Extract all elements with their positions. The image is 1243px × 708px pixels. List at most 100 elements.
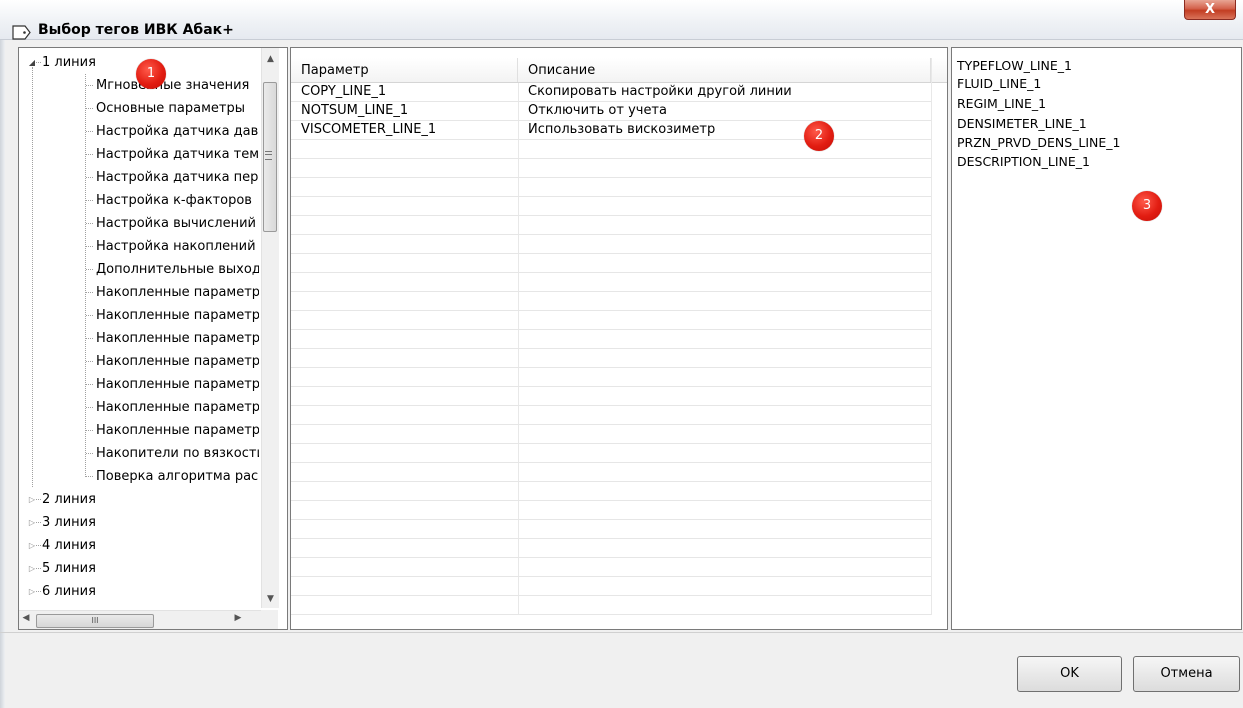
- parameters-table[interactable]: Параметр Описание COPY_LINE_1 Скопировать…: [290, 47, 948, 630]
- tree-panel[interactable]: ◢ 1 линия Мгновенные значения Основные пара…: [18, 47, 288, 630]
- table-row[interactable]: [291, 140, 931, 159]
- tree-connector: [86, 108, 93, 109]
- tree-connector: [36, 545, 41, 546]
- table-header: Параметр Описание: [291, 58, 947, 83]
- tree-connector: [86, 292, 93, 293]
- table-row[interactable]: [291, 235, 931, 254]
- tree-child-item[interactable]: Накопленные параметр: [19, 373, 259, 396]
- tree-connector: [86, 315, 93, 316]
- scroll-up-icon[interactable]: ▲: [262, 54, 279, 64]
- table-row[interactable]: [291, 596, 931, 615]
- table-row[interactable]: [291, 254, 931, 273]
- horizontal-scrollbar-thumb[interactable]: III: [36, 614, 154, 628]
- tag-list-item[interactable]: TYPEFLOW_LINE_1: [957, 58, 1072, 74]
- tree-child-label: Настройка датчика дав: [96, 124, 259, 139]
- tree-connector: [36, 591, 41, 592]
- tree-child-label: Накопленные параметр: [96, 423, 259, 438]
- tree-node-collapsed[interactable]: ▷ 4 линия: [19, 534, 259, 557]
- column-header-description[interactable]: Описание: [518, 58, 931, 82]
- tree-node-label: 3 линия: [42, 515, 96, 530]
- tree-child-item[interactable]: Накопленные параметр: [19, 304, 259, 327]
- tag-list-item[interactable]: FLUID_LINE_1: [957, 76, 1041, 92]
- tree-node-collapsed[interactable]: ▷ 2 линия: [19, 488, 259, 511]
- tree-connector: [86, 407, 93, 408]
- scroll-down-icon[interactable]: ▼: [262, 594, 279, 604]
- table-row[interactable]: [291, 577, 931, 596]
- selected-tags-list[interactable]: TYPEFLOW_LINE_1 FLUID_LINE_1 REGIM_LINE_1 D…: [951, 47, 1242, 630]
- tree-child-item[interactable]: Дополнительные выход: [19, 258, 259, 281]
- tree-child-item[interactable]: Накопленные параметр: [19, 281, 259, 304]
- triangle-collapsed-icon[interactable]: ▷: [28, 534, 36, 557]
- tree-child-item[interactable]: Основные параметры: [19, 97, 259, 120]
- close-button[interactable]: X: [1184, 0, 1236, 20]
- table-row[interactable]: VISCOMETER_LINE_1 Использовать вискозимет…: [291, 121, 931, 140]
- scroll-right-icon[interactable]: ▶: [233, 613, 243, 623]
- triangle-collapsed-icon[interactable]: ▷: [28, 488, 36, 511]
- table-row[interactable]: [291, 387, 931, 406]
- tree-child-item[interactable]: Настройка к-факторов: [19, 189, 259, 212]
- tree-vertical-scrollbar[interactable]: ▲ ▼: [261, 48, 279, 608]
- table-row[interactable]: [291, 273, 931, 292]
- tree-node-collapsed[interactable]: ▷ 5 линия: [19, 557, 259, 580]
- table-row[interactable]: [291, 463, 931, 482]
- tree-child-label: Накопленные параметр: [96, 377, 259, 392]
- tree-child-item[interactable]: Настройка накоплений: [19, 235, 259, 258]
- window-frame-left: [0, 40, 5, 708]
- column-header-parameter[interactable]: Параметр: [291, 58, 518, 82]
- table-row[interactable]: [291, 311, 931, 330]
- triangle-collapsed-icon[interactable]: ▷: [28, 557, 36, 580]
- tag-list-item[interactable]: DESCRIPTION_LINE_1: [957, 154, 1090, 170]
- table-row[interactable]: [291, 197, 931, 216]
- tag-list-item[interactable]: DENSIMETER_LINE_1: [957, 116, 1087, 132]
- tag-list-item[interactable]: PRZN_PRVD_DENS_LINE_1: [957, 135, 1121, 151]
- table-row[interactable]: [291, 406, 931, 425]
- scroll-left-icon[interactable]: ◀: [21, 613, 31, 623]
- tag-list-item[interactable]: REGIM_LINE_1: [957, 96, 1046, 112]
- tree-child-item[interactable]: Настройка датчика дав: [19, 120, 259, 143]
- table-row[interactable]: [291, 444, 931, 463]
- table-row[interactable]: [291, 539, 931, 558]
- tree-child-item[interactable]: Настройка датчика пер: [19, 166, 259, 189]
- tree-connector: [36, 499, 41, 500]
- tree-child-item[interactable]: Накопленные параметр: [19, 327, 259, 350]
- cancel-button[interactable]: Отмена: [1133, 656, 1240, 692]
- table-row[interactable]: [291, 349, 931, 368]
- tree-child-item[interactable]: Настройка датчика тем: [19, 143, 259, 166]
- table-row[interactable]: NOTSUM_LINE_1 Отключить от учета: [291, 102, 931, 121]
- tree-child-label: Накопленные параметр: [96, 400, 259, 415]
- table-row[interactable]: [291, 292, 931, 311]
- table-row[interactable]: [291, 178, 931, 197]
- tree-connector: [86, 269, 93, 270]
- tree-node-label: 5 линия: [42, 561, 96, 576]
- ok-button[interactable]: OK: [1017, 656, 1122, 692]
- tree-node-label: 1 линия: [42, 55, 96, 70]
- table-row[interactable]: [291, 520, 931, 539]
- table-row[interactable]: [291, 425, 931, 444]
- tree-child-item[interactable]: Накопители по вязкости: [19, 442, 259, 465]
- tree-child-label: Настройка к-факторов: [96, 193, 252, 208]
- tree-connector: [86, 154, 93, 155]
- tree-node-collapsed[interactable]: ▷ 3 линия: [19, 511, 259, 534]
- tree-connector: [86, 223, 93, 224]
- table-row[interactable]: [291, 368, 931, 387]
- tree-child-item[interactable]: Накопленные параметр: [19, 419, 259, 442]
- tree-child-item[interactable]: Накопленные параметр: [19, 350, 259, 373]
- table-row[interactable]: [291, 501, 931, 520]
- table-row[interactable]: [291, 330, 931, 349]
- table-row[interactable]: [291, 482, 931, 501]
- tree-horizontal-scrollbar[interactable]: ◀ III ▶: [19, 610, 278, 629]
- table-row[interactable]: [291, 558, 931, 577]
- tree-child-label: Основные параметры: [96, 101, 245, 116]
- tree-connector: [86, 361, 93, 362]
- tree-child-item[interactable]: Накопленные параметр: [19, 396, 259, 419]
- tree-child-item[interactable]: Настройка вычислений: [19, 212, 259, 235]
- annotation-badge-3: 3: [1132, 191, 1162, 221]
- parameter-cell: NOTSUM_LINE_1: [301, 103, 409, 118]
- triangle-collapsed-icon[interactable]: ▷: [28, 511, 36, 534]
- triangle-collapsed-icon[interactable]: ▷: [28, 580, 36, 603]
- tree-node-collapsed[interactable]: ▷ 6 линия: [19, 580, 259, 603]
- table-row[interactable]: COPY_LINE_1 Скопировать настройки другой …: [291, 83, 931, 102]
- table-row[interactable]: [291, 159, 931, 178]
- table-row[interactable]: [291, 216, 931, 235]
- tree-child-item[interactable]: Поверка алгоритма рас: [19, 465, 259, 488]
